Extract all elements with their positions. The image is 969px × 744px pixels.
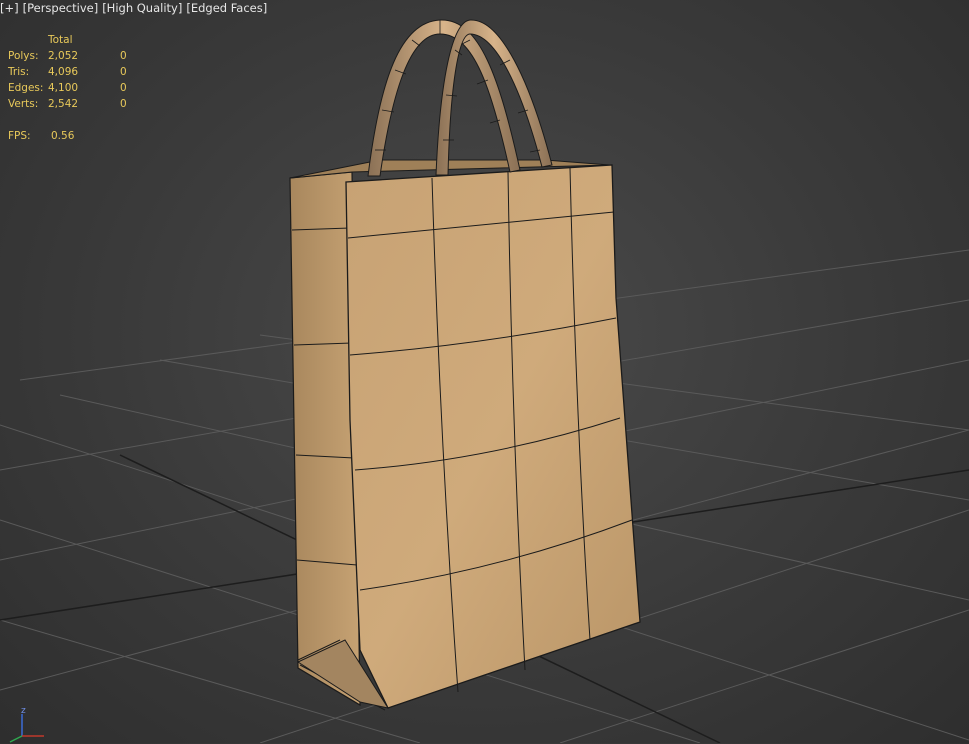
fps-value: 0.56 bbox=[51, 130, 75, 142]
stats-selected: 0 bbox=[120, 50, 127, 62]
stats-row-edges: Edges: 4,100 0 bbox=[8, 80, 140, 96]
axis-gizmo-icon: z bbox=[9, 706, 44, 743]
stats-total: 2,052 bbox=[48, 50, 79, 62]
viewport-edged-faces-menu[interactable]: [Edged Faces] bbox=[186, 1, 267, 15]
fps-label: FPS: bbox=[8, 130, 31, 142]
stats-row-tris: Tris: 4,096 0 bbox=[8, 64, 140, 80]
perspective-viewport[interactable]: [+] [Perspective] [High Quality] [Edged Fac… bbox=[0, 0, 969, 743]
stats-header: Total bbox=[48, 34, 73, 46]
stats-row-polys: Polys: 2,052 0 bbox=[8, 48, 140, 64]
stats-total: 4,096 bbox=[48, 66, 79, 78]
viewport-label-menu: [+] [Perspective] [High Quality] [Edged Fac… bbox=[0, 1, 271, 15]
stats-selected: 0 bbox=[120, 98, 127, 110]
stats-label: Verts: bbox=[8, 98, 39, 110]
scene-canvas[interactable] bbox=[0, 0, 969, 743]
stats-row-verts: Verts: 2,542 0 bbox=[8, 96, 140, 112]
axis-z-label: z bbox=[21, 706, 26, 716]
statistics-overlay: Total Polys: 2,052 0 Tris: 4,096 0 Edges… bbox=[8, 32, 140, 144]
viewport-general-menu[interactable]: [+] bbox=[0, 1, 19, 15]
stats-selected: 0 bbox=[120, 66, 127, 78]
stats-label: Edges: bbox=[8, 82, 44, 94]
stats-fps: FPS: 0.56 bbox=[8, 128, 140, 144]
stats-label: Tris: bbox=[8, 66, 30, 78]
bag-model[interactable] bbox=[289, 19, 641, 711]
viewport-shading-menu[interactable]: [High Quality] bbox=[102, 1, 182, 15]
stats-selected: 0 bbox=[120, 82, 127, 94]
bag-handles bbox=[367, 19, 553, 177]
stats-total: 2,542 bbox=[48, 98, 79, 110]
stats-label: Polys: bbox=[8, 50, 39, 62]
stats-total: 4,100 bbox=[48, 82, 79, 94]
viewport-point-of-view-menu[interactable]: [Perspective] bbox=[23, 1, 99, 15]
